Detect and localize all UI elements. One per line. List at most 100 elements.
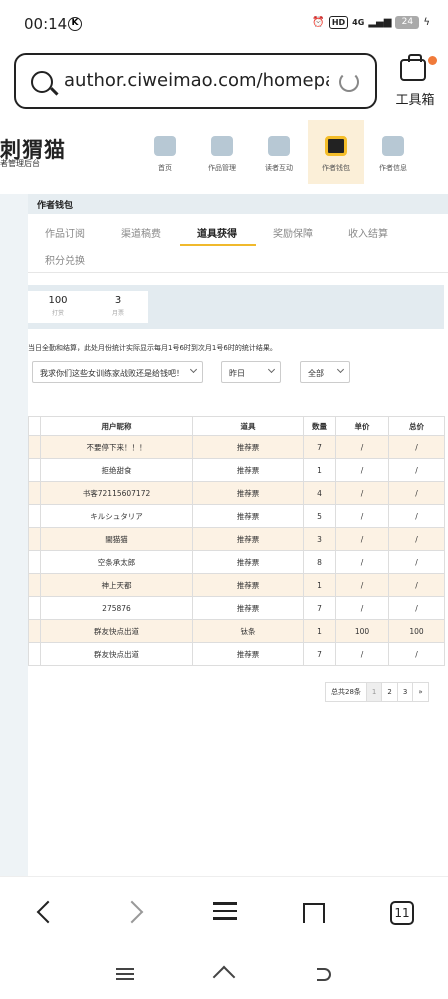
toolbox-icon — [400, 54, 426, 81]
notification-dot — [428, 56, 437, 65]
stat-value: 3 — [114, 295, 122, 306]
table-cell: 钛条 — [192, 619, 304, 643]
table-cell: / — [335, 550, 389, 574]
nav-wallet[interactable]: 作者钱包 — [308, 120, 364, 184]
table-header-row: 用户昵称 道具 数量 单价 总价 — [28, 416, 445, 436]
tab-props[interactable]: 道具获得 — [197, 225, 237, 240]
toolbox-button[interactable]: 工具箱 — [388, 54, 442, 110]
menu-icon[interactable] — [210, 897, 240, 927]
table-cell — [28, 481, 41, 505]
table-cell — [28, 550, 41, 574]
system-back-icon[interactable] — [317, 968, 331, 981]
stat-value: 100 — [48, 295, 68, 306]
battery-icon: 24 — [395, 16, 420, 29]
table-cell: 推荐票 — [192, 435, 304, 459]
table-header: 单价 — [335, 416, 389, 436]
table-header — [28, 416, 41, 436]
page-3[interactable]: 3 — [398, 683, 414, 701]
book-icon — [211, 136, 233, 156]
props-table: 用户昵称 道具 数量 单价 总价 不要停下来！！！ 推荐票 7// 拒绝甜食 推荐票 1/… — [28, 416, 445, 666]
table-row: キルシュタリア 推荐票 5// — [28, 504, 445, 528]
table-row: 拒绝甜食 推荐票 1// — [28, 458, 445, 482]
table-cell: / — [388, 527, 445, 551]
system-home-icon[interactable] — [213, 965, 235, 983]
active-tab-indicator — [180, 244, 256, 246]
nav-works[interactable]: 作品管理 — [194, 120, 250, 184]
section-header: 作者钱包 — [28, 194, 448, 214]
back-icon[interactable] — [30, 897, 60, 927]
system-nav — [0, 950, 448, 999]
tab-rewards[interactable]: 奖励保障 — [273, 225, 313, 240]
table-cell — [28, 619, 41, 643]
table-cell: / — [335, 642, 389, 666]
table-cell: / — [388, 458, 445, 482]
charging-icon: ϟ — [423, 17, 430, 28]
page-1[interactable]: 1 — [366, 683, 383, 701]
table-header: 用户昵称 — [40, 416, 193, 436]
forward-icon[interactable] — [122, 897, 152, 927]
tab-points[interactable]: 积分兑换 — [45, 252, 85, 267]
table-cell: / — [388, 504, 445, 528]
reload-icon[interactable] — [339, 72, 359, 92]
page-next[interactable]: » — [413, 683, 427, 701]
date-select[interactable]: 昨日 — [221, 361, 281, 383]
table-cell: / — [388, 573, 445, 597]
table-cell: 5 — [303, 504, 336, 528]
address-bar[interactable]: author.ciweimao.com/homepa••• — [14, 53, 377, 109]
nav-readers[interactable]: 读者互动 — [251, 120, 307, 184]
tab-settlement[interactable]: 收入结算 — [348, 225, 388, 240]
chevron-down-icon — [189, 365, 198, 374]
table-cell: / — [335, 435, 389, 459]
home-icon — [154, 136, 176, 156]
stat-card: 3 月票 — [88, 291, 148, 323]
nav-label: 作者信息 — [379, 164, 407, 172]
tab-subscription[interactable]: 作品订阅 — [45, 225, 85, 240]
chevron-down-icon — [336, 365, 345, 374]
site-header: 刺猬猫 者管理后台 首页 作品管理 读者互动 作者钱包 作者信息 — [0, 118, 448, 194]
table-cell: 3 — [303, 527, 336, 551]
nav-profile[interactable]: 作者信息 — [365, 120, 421, 184]
table-row: 书客72115607172 推荐票 4// — [28, 481, 445, 505]
table-row: 群友快点出道 推荐票 7// — [28, 642, 445, 666]
table-cell: 不要停下来！！！ — [40, 435, 193, 459]
nav-label: 读者互动 — [265, 164, 293, 172]
tabs-button[interactable]: 11 — [390, 901, 414, 925]
hd-badge: HD — [328, 16, 349, 29]
table-cell — [28, 458, 41, 482]
table-row: 神上天都 推荐票 1// — [28, 573, 445, 597]
table-row: 空条承太郎 推荐票 8// — [28, 550, 445, 574]
book-select[interactable]: 我求你们这些女训练家战败还是给钱吧！ — [32, 361, 203, 383]
table-cell: / — [388, 435, 445, 459]
browser-bottom-nav: 11 — [0, 876, 448, 950]
recent-apps-icon[interactable] — [114, 965, 136, 983]
stat-label: 打赏 — [51, 310, 64, 317]
url-text[interactable]: author.ciweimao.com/homepa••• — [64, 70, 329, 91]
tab-channel[interactable]: 渠道稿费 — [121, 225, 161, 240]
table-cell: / — [335, 573, 389, 597]
table-cell — [28, 573, 41, 597]
table-cell: / — [335, 596, 389, 620]
type-select[interactable]: 全部 — [300, 361, 350, 383]
table-cell: 空条承太郎 — [40, 550, 193, 574]
chevron-down-icon — [267, 365, 276, 374]
date-select-value: 昨日 — [229, 369, 245, 378]
table-cell: 群友快点出道 — [40, 642, 193, 666]
nav-home[interactable]: 首页 — [137, 120, 193, 184]
table-cell: 推荐票 — [192, 504, 304, 528]
signal-icon: ▂▄▆ — [368, 17, 392, 28]
left-sidebar — [0, 194, 28, 876]
nav-label: 作者钱包 — [322, 164, 350, 172]
stat-label: 月票 — [111, 310, 124, 317]
table-cell: 推荐票 — [192, 642, 304, 666]
table-row: 不要停下来！！！ 推荐票 7// — [28, 435, 445, 459]
table-cell: 推荐票 — [192, 596, 304, 620]
table-cell: 拒绝甜食 — [40, 458, 193, 482]
page-2[interactable]: 2 — [382, 683, 398, 701]
table-cell: 推荐票 — [192, 573, 304, 597]
table-cell: 1 — [303, 619, 336, 643]
k-icon: K — [68, 17, 82, 31]
home-icon[interactable] — [298, 897, 328, 927]
table-cell: 神上天都 — [40, 573, 193, 597]
site-logo-subtitle: 者管理后台 — [0, 159, 40, 168]
table-row: 275876 推荐票 7// — [28, 596, 445, 620]
